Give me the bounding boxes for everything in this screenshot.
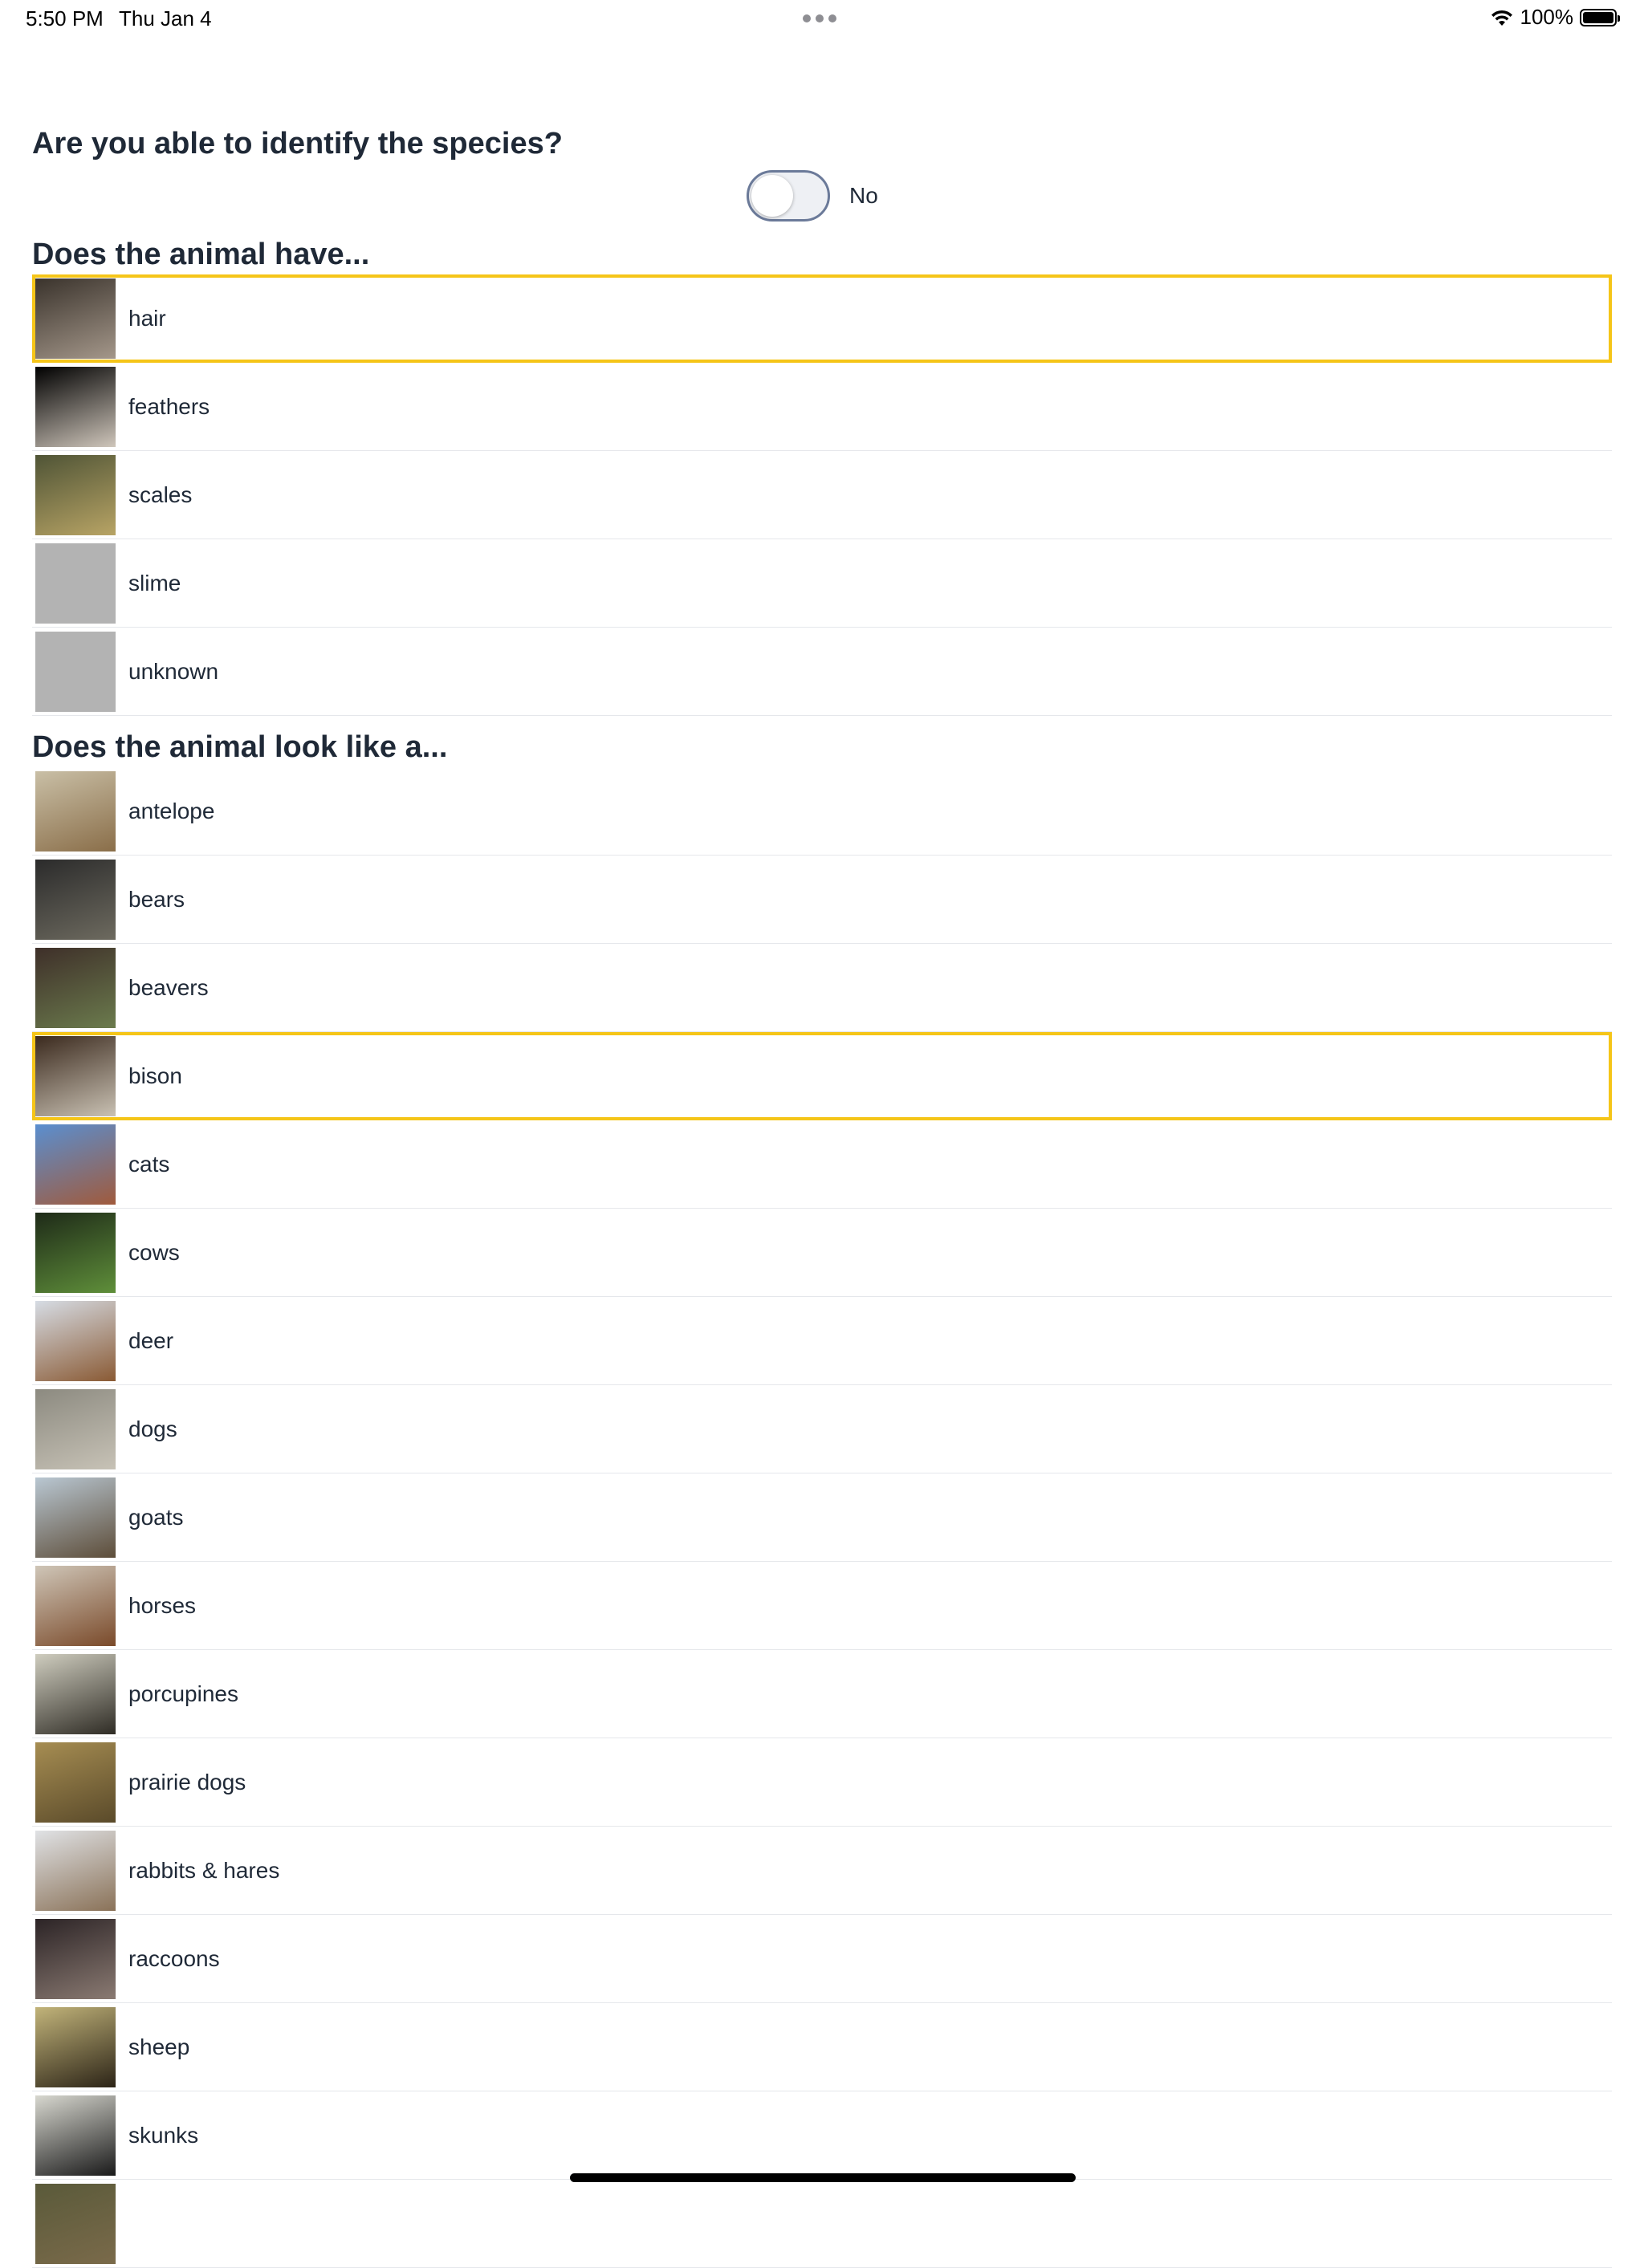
thumbnail-image (35, 2183, 116, 2264)
list-item-label: raccoons (128, 1945, 220, 1971)
list-item[interactable]: goats (32, 1473, 1612, 1562)
multitasking-dots-icon[interactable] (803, 14, 836, 22)
thumbnail-image (35, 859, 116, 940)
identify-toggle-group: No (747, 170, 878, 222)
features-section-title: Does the animal have... (32, 238, 370, 271)
list-item-label: skunks (128, 2122, 199, 2148)
list-item[interactable]: scales (32, 451, 1612, 539)
thumbnail-image (35, 1388, 116, 1469)
list-item-label: unknown (128, 658, 219, 684)
list-item-label: cows (128, 1239, 180, 1265)
list-item-label: deer (128, 1327, 174, 1353)
thumbnail-image (35, 2095, 116, 2176)
list-item[interactable]: cows (32, 1209, 1612, 1297)
list-item[interactable]: deer (32, 1297, 1612, 1385)
thumbnail-image (35, 1565, 116, 1646)
list-item-label: porcupines (128, 1681, 238, 1706)
identify-species-toggle[interactable] (747, 170, 830, 222)
thumbnail-image (35, 543, 116, 624)
list-item-label: cats (128, 1151, 170, 1177)
thumbnail-image (35, 770, 116, 852)
list-item-label: bison (128, 1063, 182, 1088)
list-item[interactable]: raccoons (32, 1915, 1612, 2003)
toggle-knob (751, 175, 793, 217)
thumbnail-image (35, 1036, 116, 1116)
list-item[interactable] (32, 2180, 1612, 2268)
thumbnail-image (35, 1830, 116, 1911)
list-item[interactable]: porcupines (32, 1650, 1612, 1738)
wifi-icon (1491, 10, 1512, 26)
list-item-label: sheep (128, 2034, 190, 2059)
thumbnail-image (35, 278, 116, 359)
list-item-label: scales (128, 482, 193, 507)
thumbnail-image (35, 1918, 116, 1999)
status-time: 5:50 PM (26, 6, 104, 30)
thumbnail-image (35, 1212, 116, 1293)
features-list: hair feathers scales slime unknown (32, 274, 1612, 716)
list-item[interactable]: cats (32, 1120, 1612, 1209)
list-item[interactable]: skunks (32, 2091, 1612, 2180)
list-item-label: horses (128, 1592, 197, 1618)
list-item[interactable]: rabbits & hares (32, 1827, 1612, 1915)
list-item[interactable]: bears (32, 856, 1612, 944)
list-item[interactable]: hair (32, 274, 1612, 363)
list-item[interactable]: prairie dogs (32, 1738, 1612, 1827)
list-item-label: beavers (128, 974, 209, 1000)
list-item[interactable]: dogs (32, 1385, 1612, 1473)
identify-question: Are you able to identify the species? (32, 127, 563, 161)
home-indicator[interactable] (570, 2173, 1076, 2182)
status-date: Thu Jan 4 (119, 6, 212, 30)
thumbnail-image (35, 1653, 116, 1734)
look-like-list: antelope bears beavers bison cats cows deer dog… (32, 767, 1612, 2268)
thumbnail-image (35, 1477, 116, 1558)
list-item[interactable]: feathers (32, 363, 1612, 451)
list-item[interactable]: slime (32, 539, 1612, 628)
thumbnail-image (35, 947, 116, 1028)
list-item[interactable]: horses (32, 1562, 1612, 1650)
list-item-label: prairie dogs (128, 1769, 246, 1794)
thumbnail-image (35, 631, 116, 712)
list-item-label: feathers (128, 393, 210, 419)
thumbnail-image (35, 454, 116, 535)
thumbnail-image (35, 2006, 116, 2087)
thumbnail-image (35, 1742, 116, 1823)
list-item-label: bears (128, 886, 185, 912)
list-item-label: hair (128, 306, 166, 331)
list-item[interactable]: bison (32, 1032, 1612, 1120)
thumbnail-image (35, 366, 116, 447)
status-right: 100% (1490, 5, 1620, 30)
list-item[interactable]: antelope (32, 767, 1612, 856)
toggle-label: No (849, 183, 878, 208)
list-item-label: antelope (128, 798, 215, 823)
list-item[interactable]: sheep (32, 2003, 1612, 2091)
look-like-section-title: Does the animal look like a... (32, 730, 448, 764)
thumbnail-image (35, 1124, 116, 1205)
list-item-label: slime (128, 570, 181, 595)
list-item[interactable]: beavers (32, 944, 1612, 1032)
list-item-label: dogs (128, 1416, 177, 1441)
battery-icon (1580, 8, 1620, 26)
list-item-label: rabbits & hares (128, 1857, 280, 1883)
list-item-label: goats (128, 1504, 184, 1530)
list-item[interactable]: unknown (32, 628, 1612, 716)
battery-percent: 100% (1520, 5, 1574, 29)
thumbnail-image (35, 1300, 116, 1381)
status-bar: 5:50 PM Thu Jan 4 100% (0, 0, 1644, 39)
